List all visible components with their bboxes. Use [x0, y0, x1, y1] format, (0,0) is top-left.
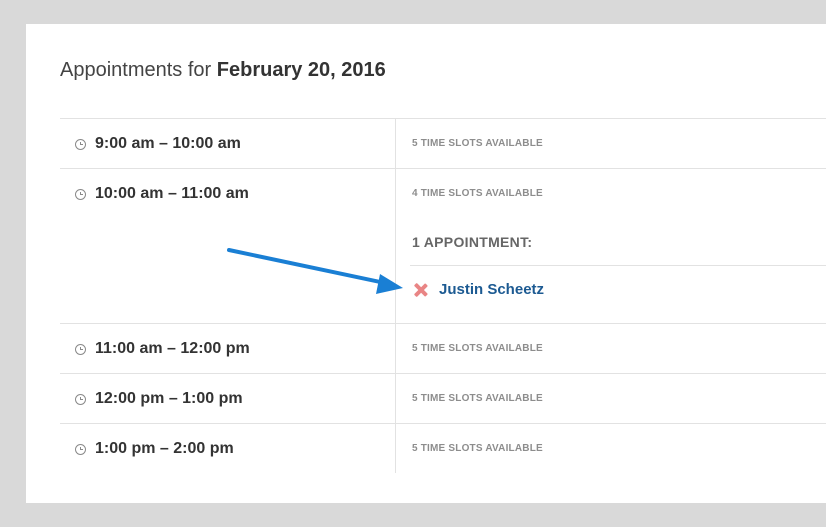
table-row: 11:00 am – 12:00 pm 5 TIME SLOTS AVAILAB… [60, 323, 826, 373]
page-title: Appointments for February 20, 2016 [60, 59, 386, 82]
table-row: 1:00 pm – 2:00 pm 5 TIME SLOTS AVAILABLE [60, 423, 826, 473]
table-row: 9:00 am – 10:00 am 5 TIME SLOTS AVAILABL… [60, 118, 826, 168]
slot-cell: 5 TIME SLOTS AVAILABLE [396, 324, 826, 373]
clock-icon [75, 393, 86, 405]
table-row: 10:00 am – 11:00 am 4 TIME SLOTS AVAILAB… [60, 168, 826, 323]
slots-available: 5 TIME SLOTS AVAILABLE [412, 443, 543, 454]
clock-icon [75, 188, 86, 200]
time-range: 9:00 am – 10:00 am [95, 135, 241, 152]
clock-icon [75, 443, 86, 455]
slot-cell: 4 TIME SLOTS AVAILABLE 1 APPOINTMENT: Ju… [396, 169, 826, 323]
schedule-table: 9:00 am – 10:00 am 5 TIME SLOTS AVAILABL… [60, 118, 826, 473]
slots-available: 5 TIME SLOTS AVAILABLE [412, 393, 543, 404]
slot-cell: 5 TIME SLOTS AVAILABLE [396, 119, 826, 168]
time-cell: 10:00 am – 11:00 am [60, 169, 396, 323]
appointment-name-link[interactable]: Justin Scheetz [439, 281, 544, 298]
time-cell: 11:00 am – 12:00 pm [60, 324, 396, 373]
time-range: 11:00 am – 12:00 pm [95, 340, 250, 357]
time-cell: 1:00 pm – 2:00 pm [60, 424, 396, 473]
divider [410, 265, 826, 266]
clock-icon [75, 343, 86, 355]
time-cell: 12:00 pm – 1:00 pm [60, 374, 396, 423]
appointments-count-heading: 1 APPOINTMENT: [412, 234, 533, 250]
slot-cell: 5 TIME SLOTS AVAILABLE [396, 424, 826, 473]
table-row: 12:00 pm – 1:00 pm 5 TIME SLOTS AVAILABL… [60, 373, 826, 423]
slots-available: 4 TIME SLOTS AVAILABLE [412, 188, 543, 199]
time-range: 12:00 pm – 1:00 pm [95, 390, 243, 407]
remove-appointment-icon[interactable] [413, 283, 427, 297]
slot-cell: 5 TIME SLOTS AVAILABLE [396, 374, 826, 423]
time-range: 1:00 pm – 2:00 pm [95, 440, 234, 457]
time-cell: 9:00 am – 10:00 am [60, 119, 396, 168]
clock-icon [75, 138, 86, 150]
time-range: 10:00 am – 11:00 am [95, 185, 249, 202]
title-date: February 20, 2016 [216, 59, 386, 81]
slots-available: 5 TIME SLOTS AVAILABLE [412, 138, 543, 149]
title-prefix: Appointments for [60, 59, 212, 81]
appointments-panel: Appointments for February 20, 2016 9:00 … [26, 24, 826, 503]
appointment-item: Justin Scheetz [413, 281, 544, 298]
slots-available: 5 TIME SLOTS AVAILABLE [412, 343, 543, 354]
